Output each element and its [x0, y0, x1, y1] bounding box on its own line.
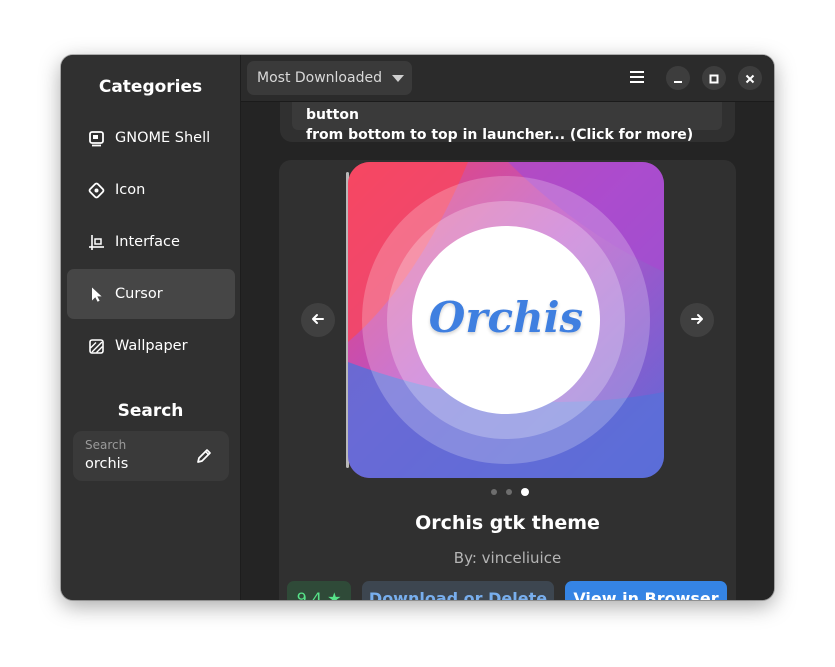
arrow-left-icon [311, 311, 325, 330]
theme-author: By: vinceliuice [453, 549, 562, 567]
carousel-dot-active[interactable] [521, 488, 529, 496]
sidebar-item-label: Icon [115, 182, 146, 198]
sidebar-item-label: Wallpaper [115, 338, 188, 354]
carousel-next-button[interactable] [680, 303, 714, 337]
sidebar-item-label: Interface [115, 234, 180, 250]
sidebar-item-interface[interactable]: Interface [67, 217, 235, 267]
sort-dropdown[interactable]: Most Downloaded [247, 61, 412, 95]
sidebar-item-icon[interactable]: Icon [67, 165, 235, 215]
maximize-button[interactable] [702, 66, 726, 90]
description-line: from bottom to top in launcher... (Click… [306, 127, 694, 142]
header-bar: Most Downloaded [241, 55, 774, 102]
sidebar-item-gnome-shell[interactable]: GNOME Shell [67, 113, 235, 163]
view-in-browser-button[interactable]: View in Browser [565, 581, 727, 600]
close-button[interactable] [738, 66, 762, 90]
carousel-dot[interactable] [506, 489, 512, 495]
theme-screenshot[interactable]: Orchis [348, 162, 664, 478]
sidebar-item-label: Cursor [115, 286, 163, 302]
app-window: Categories GNOME Shell Icon Interface Cu… [61, 55, 774, 600]
minimize-button[interactable] [666, 66, 690, 90]
theme-card: Orchis Orchis gtk theme By: vinceliuice … [279, 160, 736, 600]
carousel-previous-button[interactable] [301, 303, 335, 337]
sidebar: Categories GNOME Shell Icon Interface Cu… [61, 55, 241, 600]
download-or-delete-button[interactable]: Download or Delete [362, 581, 554, 600]
minimize-icon [673, 69, 683, 88]
search-field-value[interactable]: orchis [85, 456, 128, 472]
hamburger-menu-icon [629, 69, 645, 88]
icon-theme-icon [87, 181, 105, 199]
sidebar-item-label: GNOME Shell [115, 130, 211, 146]
search-field-label: Search [85, 438, 127, 452]
main-menu-button[interactable] [625, 66, 649, 90]
gnome-shell-icon [87, 129, 105, 147]
search-heading: Search [117, 401, 184, 421]
wallpaper-icon [87, 337, 105, 355]
search-input[interactable]: Search orchis [73, 431, 229, 481]
orchis-logo: Orchis [428, 293, 584, 342]
carousel-dot[interactable] [491, 489, 497, 495]
maximize-icon [709, 69, 719, 88]
sidebar-item-wallpaper[interactable]: Wallpaper [67, 321, 235, 371]
pencil-edit-icon[interactable] [195, 447, 213, 465]
chevron-down-icon [391, 74, 404, 82]
sort-dropdown-label: Most Downloaded [257, 70, 382, 86]
cursor-icon [87, 285, 105, 303]
rating-badge: 9.4 ★ [287, 581, 351, 600]
sidebar-item-cursor[interactable]: Cursor [67, 269, 235, 319]
interface-icon [87, 233, 105, 251]
main-content: to move move unique,show Applications un… [241, 55, 774, 600]
categories-heading: Categories [98, 77, 203, 97]
arrow-right-icon [690, 311, 704, 330]
close-icon [745, 69, 755, 88]
theme-title: Orchis gtk theme [415, 512, 600, 534]
